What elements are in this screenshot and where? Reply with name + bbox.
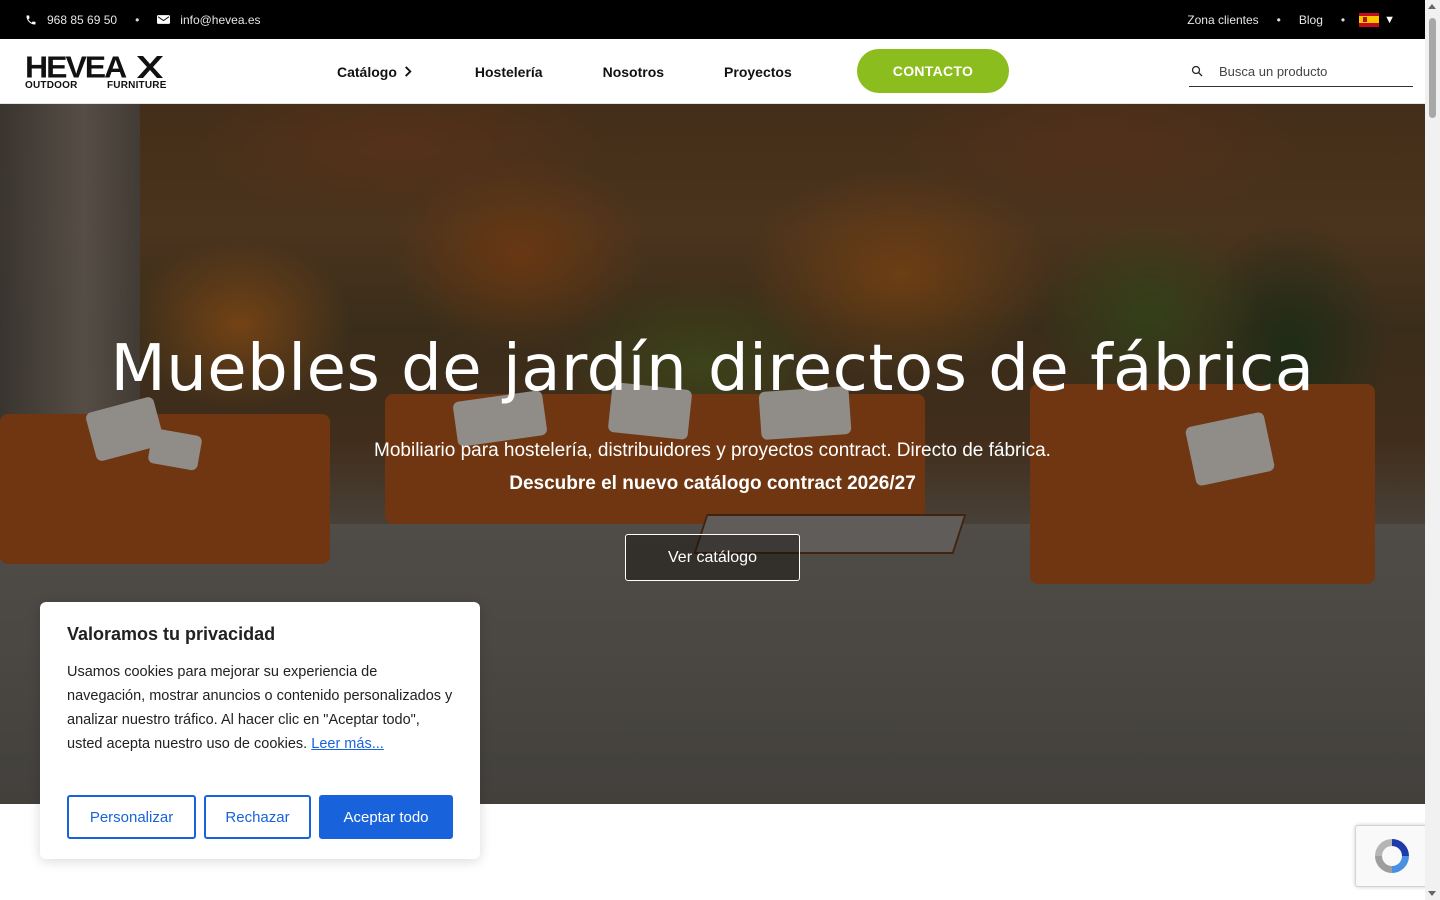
separator-dot: •	[1340, 12, 1346, 27]
contacto-button[interactable]: CONTACTO	[857, 49, 1009, 93]
scrollbar-thumb[interactable]	[1429, 18, 1436, 118]
zona-clientes-link[interactable]: Zona clientes	[1187, 13, 1258, 27]
scroll-down-arrow-icon[interactable]	[1428, 891, 1436, 896]
phone-icon	[26, 15, 36, 24]
search-icon[interactable]	[1191, 65, 1203, 77]
nav-hosteleria[interactable]: Hostelería	[475, 64, 543, 80]
hero-catalog-highlight: Descubre el nuevo catálogo contract 2026…	[509, 473, 916, 494]
cookie-body: Usamos cookies para mejorar su experienc…	[67, 660, 457, 756]
cookie-accept-all-button[interactable]: Aceptar todo	[319, 795, 453, 839]
page-scrollbar[interactable]	[1425, 0, 1440, 900]
top-links: Zona clientes • Blog • ▼	[1187, 0, 1395, 39]
cookie-read-more-link[interactable]: Leer más...	[311, 736, 384, 752]
logo-furniture: FURNITURE	[107, 80, 167, 91]
nav-catalogo[interactable]: Catálogo	[337, 64, 412, 80]
recaptcha-icon	[1374, 839, 1409, 873]
ver-catalogo-button[interactable]: Ver catálogo	[625, 534, 800, 581]
email-link[interactable]: info@hevea.es	[157, 12, 261, 27]
nav-proyectos[interactable]: Proyectos	[724, 64, 792, 80]
cookie-reject-button[interactable]: Rechazar	[204, 795, 311, 839]
separator-dot: •	[1276, 12, 1281, 27]
recaptcha-badge[interactable]	[1355, 825, 1427, 887]
nav-catalogo-label: Catálogo	[337, 63, 397, 80]
hero-subtitle: Mobiliario para hostelería, distribuidor…	[374, 440, 1051, 461]
cookie-title: Valoramos tu privacidad	[67, 624, 276, 644]
hevea-logo[interactable]: HEVEA OUTDOOR FURNITURE	[25, 50, 167, 92]
logo-cross-mark	[137, 56, 163, 78]
search-input[interactable]	[1219, 63, 1399, 79]
blog-link[interactable]: Blog	[1299, 13, 1323, 27]
search-box	[1189, 56, 1413, 87]
nav-nosotros[interactable]: Nosotros	[603, 64, 664, 80]
main-nav: Catálogo Hostelería Nosotros Proyectos	[337, 39, 792, 104]
cookie-consent-banner: Valoramos tu privacidad Usamos cookies p…	[40, 602, 480, 859]
chevron-right-icon	[404, 66, 412, 77]
phone-number: 968 85 69 50	[47, 12, 118, 27]
email-address: info@hevea.es	[180, 12, 261, 27]
language-dropdown-caret[interactable]: ▼	[1384, 14, 1395, 26]
cookie-body-text: Usamos cookies para mejorar su experienc…	[67, 664, 453, 752]
main-header: HEVEA OUTDOOR FURNITURE Catálogo Hostele…	[0, 39, 1425, 104]
top-bar: 968 85 69 50 • info@hevea.es Zona client…	[0, 0, 1425, 39]
phone-link[interactable]: 968 85 69 50	[25, 13, 117, 27]
spain-flag-icon[interactable]	[1359, 12, 1380, 27]
hero-title: Muebles de jardín directos de fábrica	[110, 332, 1315, 406]
contact-info: 968 85 69 50 • info@hevea.es	[25, 0, 261, 39]
logo-outdoor: OUTDOOR	[25, 80, 78, 91]
scroll-up-arrow-icon[interactable]	[1428, 4, 1436, 9]
separator-dot: •	[135, 12, 140, 27]
envelope-icon	[157, 15, 171, 24]
cookie-customize-button[interactable]: Personalizar	[67, 795, 196, 839]
